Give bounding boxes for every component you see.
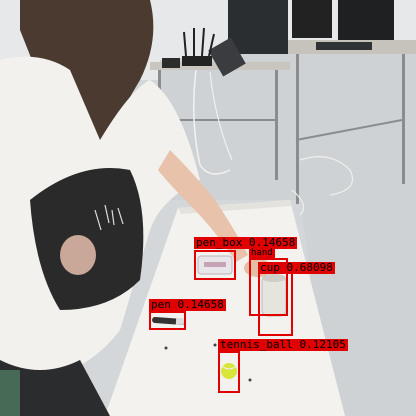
lab-photo xyxy=(0,0,416,416)
cup-detection xyxy=(258,272,293,336)
photo-scene: pen_box 0.14658 hand cup 0.68098 pen 0.1… xyxy=(0,0,416,416)
keyboard xyxy=(316,42,372,50)
cup-detection-label: cup 0.68098 xyxy=(258,261,335,274)
tennis-ball-detection-label: tennis_ball 0.12105 xyxy=(218,338,348,351)
pc-tower xyxy=(228,0,288,54)
pen-detection-label: pen 0.14658 xyxy=(149,298,226,311)
pen-box-detection xyxy=(194,250,236,280)
router xyxy=(182,56,212,66)
pen-detection xyxy=(149,311,186,330)
pen-box-detection-label: pen_box 0.14658 xyxy=(194,236,298,249)
tennis-ball-detection xyxy=(218,351,240,393)
monitor-left xyxy=(292,0,332,38)
monitor-right xyxy=(338,0,394,40)
hand-detection-label: hand xyxy=(249,248,275,258)
